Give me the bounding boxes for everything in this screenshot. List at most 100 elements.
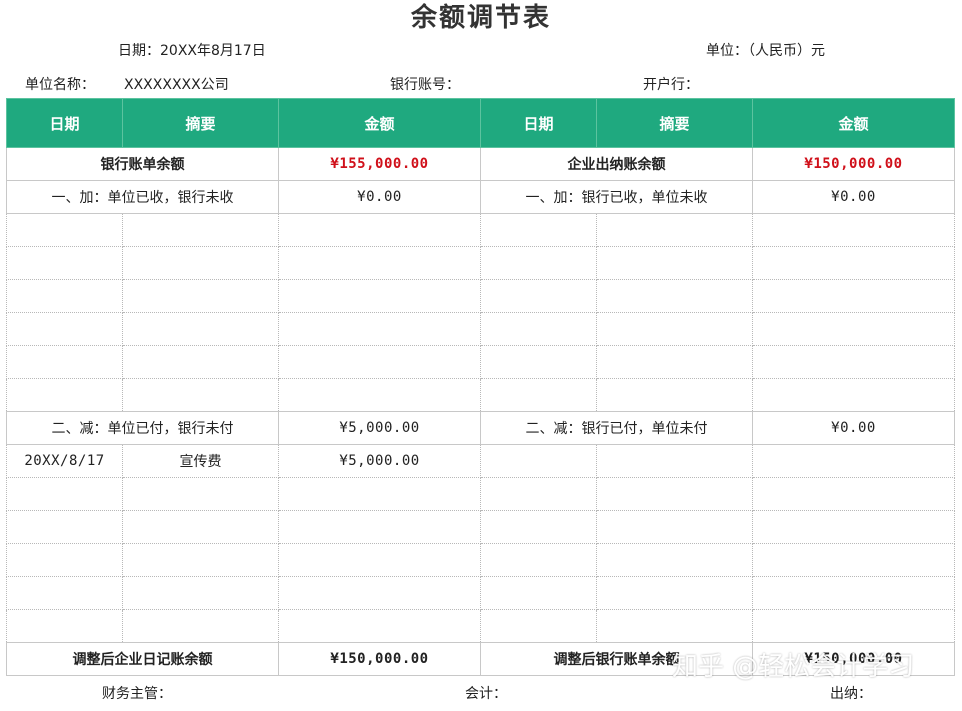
sheet-title: 余额调节表 (410, 3, 551, 33)
table-row (6, 246, 955, 280)
opening-bank-label: 开户行： (643, 77, 699, 93)
empty-cell[interactable] (6, 543, 123, 577)
empty-cell[interactable] (278, 510, 481, 544)
empty-cell[interactable] (752, 576, 955, 610)
empty-cell[interactable] (6, 576, 123, 610)
empty-cell[interactable] (752, 246, 955, 280)
empty-cell[interactable] (6, 345, 123, 379)
empty-cell[interactable] (596, 378, 753, 412)
empty-cell[interactable] (6, 477, 123, 511)
empty-cell[interactable] (752, 279, 955, 313)
empty-cell[interactable] (6, 213, 123, 247)
empty-cell[interactable] (480, 477, 597, 511)
empty-cell[interactable] (480, 609, 597, 643)
empty-cell[interactable] (6, 378, 123, 412)
table-row (6, 213, 955, 247)
empty-cell[interactable] (278, 246, 481, 280)
empty-cell[interactable] (6, 609, 123, 643)
empty-cell[interactable] (752, 477, 955, 511)
company-cash-balance-label[interactable]: 企业出纳账余额 (480, 147, 753, 181)
empty-cell[interactable] (122, 576, 279, 610)
empty-cell[interactable] (596, 312, 753, 346)
empty-cell[interactable] (278, 279, 481, 313)
empty-cell[interactable] (752, 543, 955, 577)
entry-summary[interactable]: 宣传费 (122, 444, 279, 478)
empty-cell[interactable] (752, 378, 955, 412)
empty-cell[interactable] (278, 576, 481, 610)
finance-manager-label: 财务主管： (102, 686, 172, 702)
empty-cell[interactable] (6, 246, 123, 280)
empty-cell[interactable] (122, 510, 279, 544)
empty-cell[interactable] (278, 213, 481, 247)
add-left-value[interactable]: ¥0.00 (278, 180, 481, 214)
empty-cell[interactable] (278, 543, 481, 577)
add-left-label[interactable]: 一、加：单位已收，银行未收 (6, 180, 279, 214)
add-right-label[interactable]: 一、加：银行已收，单位未收 (480, 180, 753, 214)
table-row (6, 345, 955, 379)
empty-cell[interactable] (480, 345, 597, 379)
empty-cell[interactable] (6, 510, 123, 544)
empty-cell[interactable] (122, 213, 279, 247)
reconciliation-table: 日期 摘要 金额 日期 摘要 金额 银行账单余额 ¥155,000.00 企业出… (6, 98, 955, 676)
empty-cell[interactable] (752, 609, 955, 643)
bank-statement-balance-value[interactable]: ¥155,000.00 (278, 147, 481, 181)
empty-cell[interactable] (480, 543, 597, 577)
table-row (6, 477, 955, 511)
entry-date[interactable]: 20XX/8/17 (6, 444, 123, 478)
empty-cell[interactable] (596, 543, 753, 577)
empty-cell[interactable] (6, 279, 123, 313)
empty-cell[interactable] (480, 312, 597, 346)
empty-cell[interactable] (480, 378, 597, 412)
company-name-label: 单位名称： (25, 77, 95, 93)
subtract-right-label[interactable]: 二、减：银行已付，单位未付 (480, 411, 753, 445)
empty-cell[interactable] (480, 279, 597, 313)
empty-cell[interactable] (752, 345, 955, 379)
empty-cell[interactable] (278, 345, 481, 379)
empty-cell[interactable] (278, 312, 481, 346)
empty-cell[interactable] (596, 576, 753, 610)
empty-cell[interactable] (480, 246, 597, 280)
empty-cell[interactable] (596, 444, 753, 478)
add-right-value[interactable]: ¥0.00 (752, 180, 955, 214)
empty-cell[interactable] (596, 213, 753, 247)
table-row (6, 576, 955, 610)
empty-cell[interactable] (122, 609, 279, 643)
empty-cell[interactable] (480, 576, 597, 610)
bank-statement-balance-label[interactable]: 银行账单余额 (6, 147, 279, 181)
header-amount-right: 金额 (752, 98, 955, 148)
empty-cell[interactable] (596, 279, 753, 313)
empty-cell[interactable] (480, 213, 597, 247)
empty-cell[interactable] (752, 444, 955, 478)
empty-cell[interactable] (122, 477, 279, 511)
subtract-left-value[interactable]: ¥5,000.00 (278, 411, 481, 445)
watermark: 知乎 @轻松会计学习 (672, 652, 915, 682)
empty-cell[interactable] (752, 312, 955, 346)
empty-cell[interactable] (278, 477, 481, 511)
empty-cell[interactable] (278, 609, 481, 643)
empty-cell[interactable] (122, 378, 279, 412)
empty-cell[interactable] (278, 378, 481, 412)
empty-cell[interactable] (480, 510, 597, 544)
empty-cell[interactable] (596, 510, 753, 544)
empty-cell[interactable] (752, 510, 955, 544)
empty-cell[interactable] (6, 312, 123, 346)
empty-cell[interactable] (752, 213, 955, 247)
company-name-value: XXXXXXXX公司 (124, 77, 229, 93)
empty-cell[interactable] (122, 246, 279, 280)
adjusted-journal-balance-label[interactable]: 调整后企业日记账余额 (6, 642, 279, 676)
subtract-left-label[interactable]: 二、减：单位已付，银行未付 (6, 411, 279, 445)
empty-cell[interactable] (596, 477, 753, 511)
subtract-right-value[interactable]: ¥0.00 (752, 411, 955, 445)
empty-cell[interactable] (596, 609, 753, 643)
company-cash-balance-value[interactable]: ¥150,000.00 (752, 147, 955, 181)
empty-cell[interactable] (122, 345, 279, 379)
header-amount-left: 金额 (278, 98, 481, 148)
empty-cell[interactable] (122, 312, 279, 346)
empty-cell[interactable] (596, 246, 753, 280)
empty-cell[interactable] (122, 279, 279, 313)
empty-cell[interactable] (596, 345, 753, 379)
empty-cell[interactable] (480, 444, 597, 478)
empty-cell[interactable] (122, 543, 279, 577)
entry-amount[interactable]: ¥5,000.00 (278, 444, 481, 478)
adjusted-journal-balance-value[interactable]: ¥150,000.00 (278, 642, 481, 676)
